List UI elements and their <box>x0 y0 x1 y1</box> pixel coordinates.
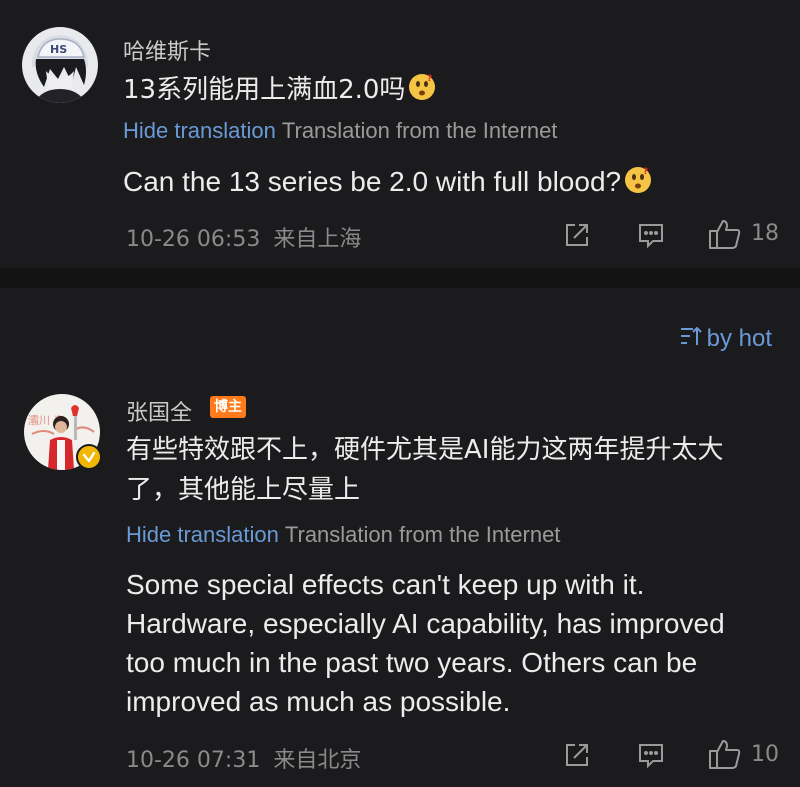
sort-label: by hot <box>706 324 772 352</box>
location: 来自北京 <box>273 748 362 773</box>
comment-icon[interactable] <box>636 220 666 250</box>
timestamp: 10-26 07:31 <box>126 748 261 773</box>
comment-icon[interactable] <box>636 740 666 770</box>
translated-body: Some special effects can't keep up with … <box>126 569 725 717</box>
comment-1: HS 哈维斯卡 13系列能用上满血2.0吗 ? Hide translation… <box>0 0 800 268</box>
svg-text:HS: HS <box>50 43 67 56</box>
translated-body: Can the 13 series be 2.0 with full blood… <box>123 166 622 197</box>
like-count: 10 <box>751 742 779 767</box>
verified-icon <box>76 444 102 470</box>
svg-text:?: ? <box>427 74 432 84</box>
section-divider <box>0 268 800 288</box>
location: 来自上海 <box>273 227 362 252</box>
translation-source: Translation from the Internet <box>284 522 561 547</box>
like-icon[interactable] <box>708 738 742 770</box>
translation-row: Hide translation Translation from the Int… <box>126 522 560 548</box>
translation-source: Translation from the Internet <box>281 118 558 143</box>
hide-translation-link[interactable]: Hide translation <box>126 522 279 547</box>
sort-icon <box>679 324 703 355</box>
username[interactable]: 哈维斯卡 <box>123 34 211 66</box>
comment-text: 13系列能用上满血2.0吗 ? <box>123 70 437 110</box>
translated-text: Can the 13 series be 2.0 with full blood… <box>123 162 653 201</box>
hide-translation-link[interactable]: Hide translation <box>123 118 276 143</box>
thinking-emoji-icon: ? <box>623 165 653 195</box>
comment-2: 灞川 奉 张国全 博主 有些特效跟不上，硬件尤其是AI能力这两年提升太大了，其他… <box>0 380 800 787</box>
username[interactable]: 张国全 <box>126 395 192 427</box>
comment-body: 有些特效跟不上，硬件尤其是AI能力这两年提升太大了，其他能上尽量上 <box>126 435 724 505</box>
translation-row: Hide translation Translation from the Int… <box>123 118 557 144</box>
comment-meta: 10-26 06:53 来自上海 <box>126 221 361 253</box>
blogger-badge: 博主 <box>210 396 246 418</box>
timestamp: 10-26 06:53 <box>126 227 261 252</box>
comment-meta: 10-26 07:31 来自北京 <box>126 742 361 774</box>
like-icon[interactable] <box>708 218 742 250</box>
thinking-emoji-icon: ? <box>407 72 437 102</box>
avatar[interactable]: HS <box>22 27 98 103</box>
svg-text:?: ? <box>643 167 648 177</box>
share-icon[interactable] <box>562 740 592 770</box>
like-count: 18 <box>751 221 779 246</box>
sort-by-hot-button[interactable]: by hot <box>679 324 772 355</box>
comment-body: 13系列能用上满血2.0吗 <box>123 75 406 105</box>
share-icon[interactable] <box>562 220 592 250</box>
